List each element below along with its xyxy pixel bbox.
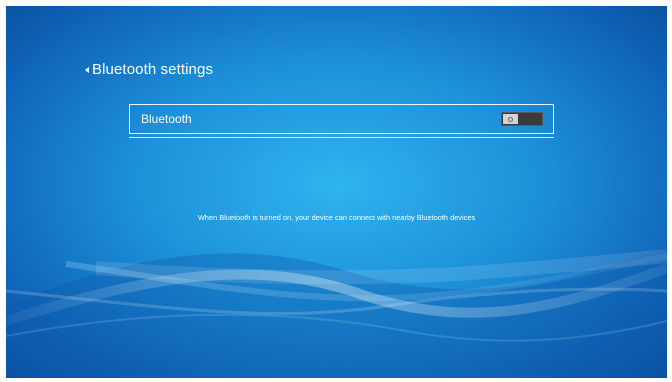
toggle-off-icon: [508, 116, 513, 122]
toggle-thumb: [503, 114, 518, 124]
bluetooth-label: Bluetooth: [141, 112, 192, 126]
bluetooth-setting-row[interactable]: Bluetooth: [129, 104, 554, 134]
tv-settings-screen: Bluetooth settings Bluetooth When Blueto…: [6, 6, 667, 378]
bluetooth-description: When Bluetooth is turned on, your device…: [197, 213, 476, 222]
back-to-settings[interactable]: Bluetooth settings: [85, 61, 213, 78]
row-divider: [129, 137, 554, 138]
page-title: Bluetooth settings: [92, 61, 214, 78]
bluetooth-toggle[interactable]: [501, 112, 543, 126]
chevron-left-icon: [85, 66, 89, 73]
